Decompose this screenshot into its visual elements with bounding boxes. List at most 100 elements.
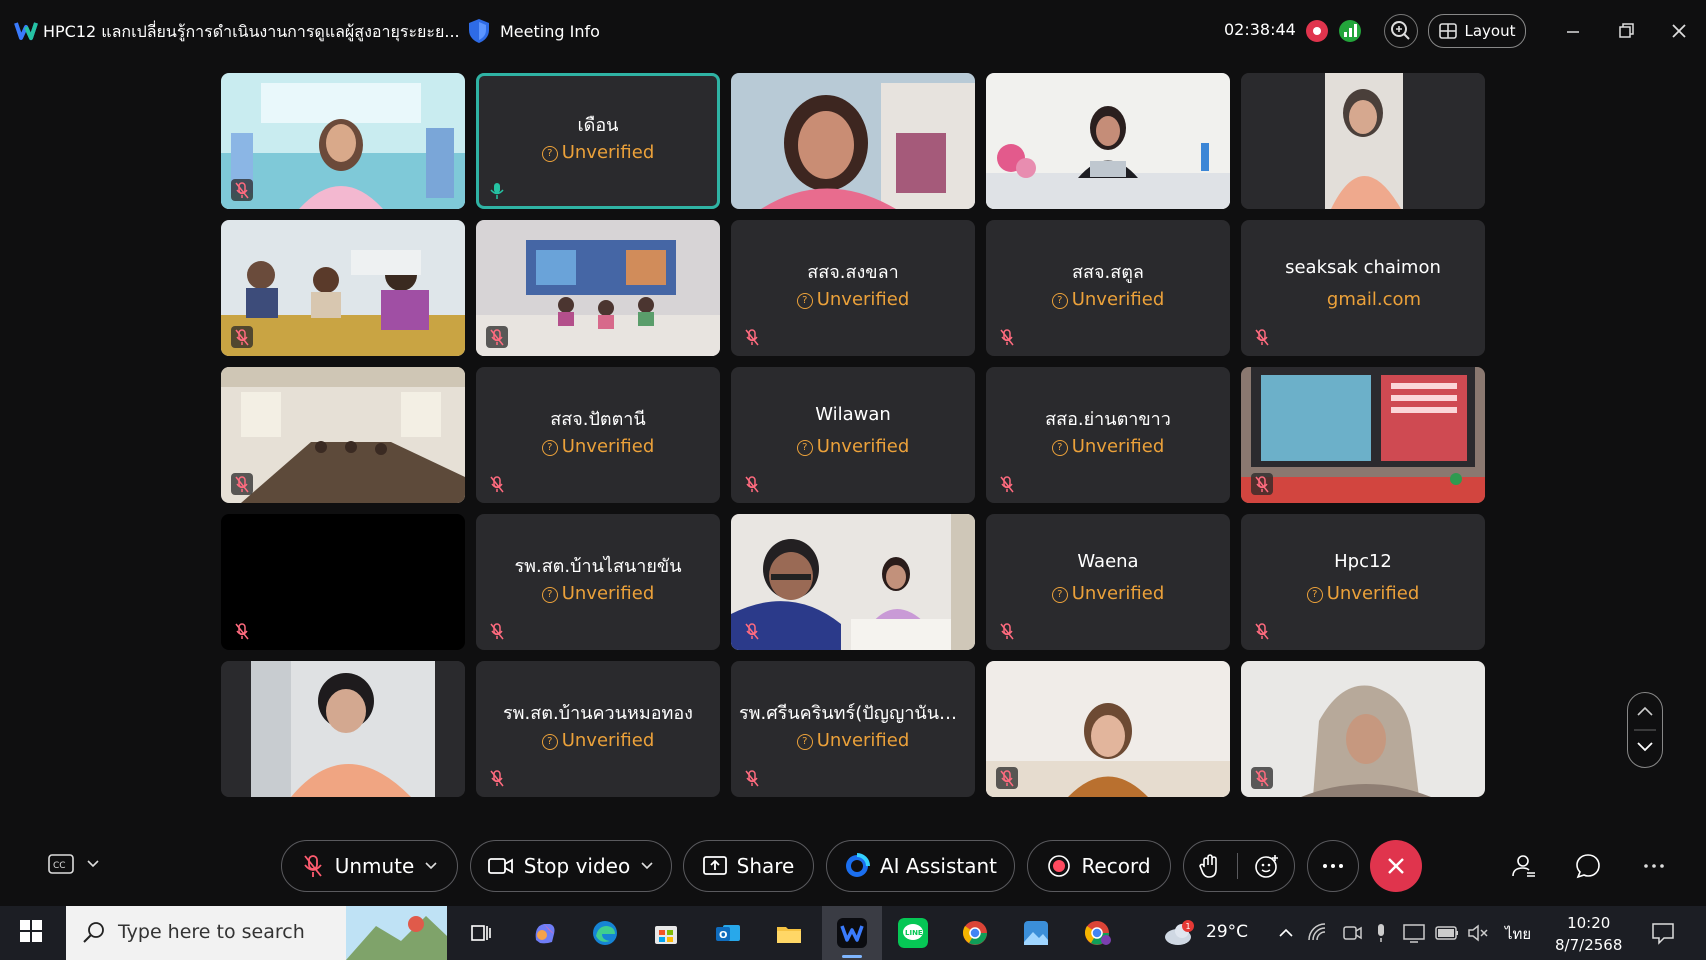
minimize-icon[interactable] [1562,20,1584,42]
participant-tile[interactable]: seaksak chaimon gmail.com [1241,220,1485,356]
status-text: Unverified [561,142,655,163]
participant-tile[interactable]: Waena ? Unverified [986,514,1230,650]
shield-icon [469,19,489,43]
participant-name: สสอ.ย่านตาขาว [1045,409,1171,430]
grid-page-scroller[interactable] [1627,692,1663,768]
participant-tile[interactable]: Wilawan ? Unverified [731,367,975,503]
more-options-button[interactable] [1307,840,1359,892]
close-icon [1388,858,1404,874]
chevron-up-down-icon[interactable] [1628,693,1662,767]
participant-email-domain: gmail.com [1241,289,1485,310]
video-tile[interactable] [731,514,975,650]
participant-tile-active-speaker[interactable]: เดือน ? Unverified [476,73,720,209]
task-view-icon[interactable] [466,918,496,948]
line-app-icon[interactable]: LINE [898,918,928,948]
participants-icon[interactable] [1510,852,1538,880]
muted-mic-icon [1000,623,1014,640]
verification-status: ? Unverified [731,436,975,457]
notification-center-icon[interactable] [1650,920,1676,946]
chevron-down-icon[interactable] [640,861,654,871]
participant-tile[interactable]: รพ.สต.บ้านไสนายขัน ? Unverified [476,514,720,650]
participant-video [731,514,975,650]
muted-mic-icon [231,473,253,495]
video-camera-icon [487,858,513,874]
outlook-icon[interactable]: O [713,918,743,948]
video-tile[interactable] [986,73,1230,209]
closed-captions-button[interactable]: CC [48,854,100,874]
taskbar-search-box[interactable]: Type here to search [66,906,447,960]
chrome-icon[interactable] [1082,918,1112,948]
participant-video [221,367,465,503]
restore-icon[interactable] [1615,20,1637,42]
video-tile[interactable] [1241,73,1485,209]
system-clock[interactable]: 10:20 8/7/2568 [1555,912,1622,956]
chevron-down-icon [87,860,99,868]
share-button[interactable]: Share [683,840,814,892]
video-tile[interactable] [221,661,465,797]
ai-assistant-icon [845,853,870,877]
chat-icon[interactable] [1574,852,1602,880]
question-circle-icon: ? [541,440,558,456]
participant-tile[interactable]: สสจ.ปัตตานี ? Unverified [476,367,720,503]
leave-meeting-button[interactable] [1370,840,1422,892]
clock-date: 8/7/2568 [1555,936,1623,954]
participant-tile[interactable]: สสอ.ย่านตาขาว ? Unverified [986,367,1230,503]
participant-tile[interactable]: รพ.ศรีนครินทร์(ปัญญานันท... ? Unverified [731,661,975,797]
close-icon[interactable] [1668,20,1690,42]
meeting-info-button[interactable]: Meeting Info [468,17,600,45]
taskbar-active-app[interactable] [822,906,882,960]
verification-status: ? Unverified [731,730,975,751]
input-language[interactable]: ไทย [1505,922,1531,946]
recording-indicator-icon[interactable] [1306,20,1328,42]
cc-icon: CC [48,854,74,874]
video-tile-black[interactable] [221,514,465,650]
chevron-down-icon[interactable] [424,861,438,871]
battery-icon[interactable] [1434,924,1460,942]
edge-browser-icon[interactable] [590,918,620,948]
speaker-muted-icon[interactable] [1466,922,1490,944]
video-tile[interactable] [221,220,465,356]
video-tile[interactable] [221,73,465,209]
layout-button[interactable]: Layout [1428,14,1526,48]
participant-video [1241,73,1485,209]
video-tile[interactable] [731,73,975,209]
muted-mic-icon [745,770,759,787]
question-circle-icon: ? [796,293,813,309]
photos-app-icon[interactable] [1021,918,1051,948]
meet-now-icon[interactable] [1341,922,1363,944]
ai-assistant-button[interactable]: AI Assistant [826,840,1015,892]
weather-cloud-icon[interactable]: 1 [1162,918,1198,948]
chevron-up-icon[interactable] [1277,924,1295,942]
video-tile[interactable] [1241,661,1485,797]
microsoft-store-icon[interactable] [651,918,681,948]
raise-hand-icon[interactable] [1198,853,1221,879]
participant-video [221,220,465,356]
participant-name: สสจ.สงขลา [807,262,899,283]
display-icon[interactable] [1402,922,1426,944]
participant-tile[interactable]: สสจ.สตูล ? Unverified [986,220,1230,356]
zoom-icon[interactable] [1384,14,1418,48]
network-signal-icon[interactable] [1339,20,1361,42]
windows-start-icon[interactable] [20,920,42,942]
participant-tile[interactable]: สสจ.สงขลา ? Unverified [731,220,975,356]
chrome-profile-icon[interactable] [960,918,990,948]
participant-name: สสจ.สตูล [1072,262,1144,283]
reactions-group [1183,840,1295,892]
copilot-icon[interactable] [530,918,560,948]
record-button[interactable]: Record [1027,840,1171,892]
title-bar: HPC12 แลกเปลี่ยนรู้การดำเนินงานการดูแลผู… [0,0,1706,62]
video-tile[interactable] [476,220,720,356]
video-tile[interactable] [221,367,465,503]
video-tile[interactable] [986,661,1230,797]
file-explorer-icon[interactable] [774,918,804,948]
video-tile[interactable] [1241,367,1485,503]
weather-temperature[interactable]: 29°C [1206,922,1248,942]
emoji-reaction-icon[interactable] [1254,853,1280,879]
more-panels-icon[interactable] [1640,852,1668,880]
stop-video-button[interactable]: Stop video [470,840,672,892]
participant-tile[interactable]: Hpc12 ? Unverified [1241,514,1485,650]
microphone-icon[interactable] [1372,922,1390,944]
unmute-button[interactable]: Unmute [281,840,458,892]
participant-tile[interactable]: รพ.สต.บ้านควนหมอทอง ? Unverified [476,661,720,797]
wifi-icon[interactable] [1307,922,1329,944]
